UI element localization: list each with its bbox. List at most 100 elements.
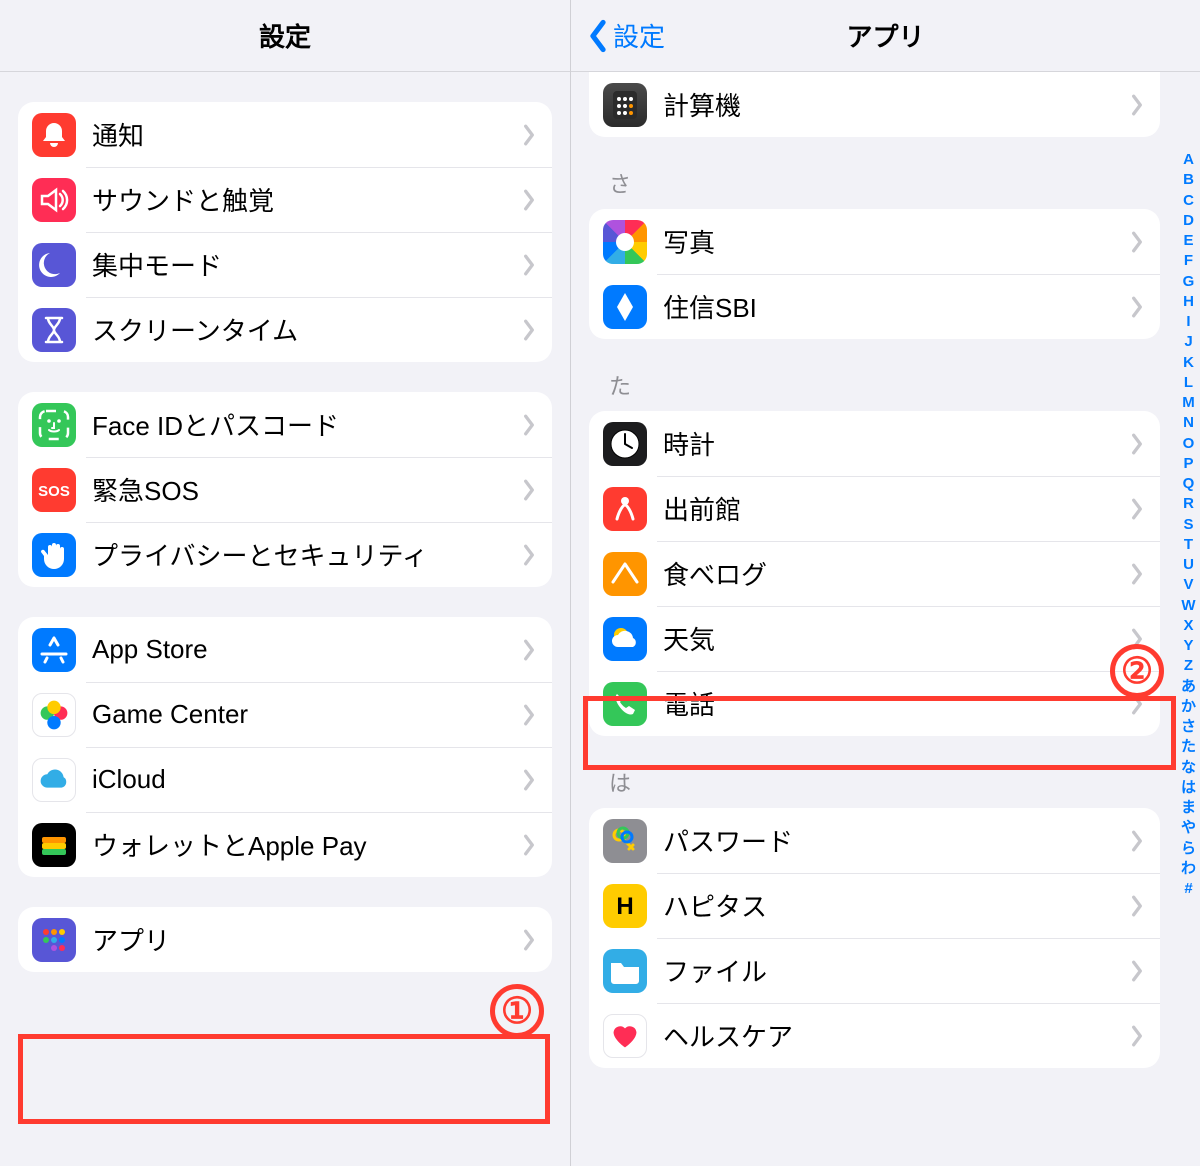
index-letter[interactable]: E	[1183, 231, 1193, 251]
row-sos[interactable]: 緊急SOS	[18, 457, 552, 522]
index-letter[interactable]: V	[1183, 575, 1193, 595]
index-letter[interactable]: ま	[1181, 798, 1196, 818]
index-letter[interactable]: や	[1181, 818, 1196, 838]
row-label: 写真	[663, 223, 1130, 260]
chevron-left-icon	[587, 19, 609, 53]
index-letter[interactable]: H	[1183, 292, 1194, 312]
row-weather[interactable]: 天気	[589, 606, 1160, 671]
row-phone[interactable]: 電話	[589, 671, 1160, 736]
row-sbi[interactable]: 住信SBI	[589, 274, 1160, 339]
row-focus[interactable]: 集中モード	[18, 232, 552, 297]
apps-group: 時計出前館食べログ天気電話	[589, 411, 1160, 736]
row-privacy[interactable]: プライバシーとセキュリティ	[18, 522, 552, 587]
row-photos[interactable]: 写真	[589, 209, 1160, 274]
row-apps[interactable]: アプリ	[18, 907, 552, 972]
index-letter[interactable]: W	[1181, 596, 1195, 616]
row-label: iCloud	[92, 764, 522, 795]
row-gamecenter[interactable]: Game Center	[18, 682, 552, 747]
index-letter[interactable]: K	[1183, 353, 1194, 373]
index-letter[interactable]: B	[1183, 170, 1194, 190]
chevron-right-icon	[522, 319, 536, 341]
row-label: 住信SBI	[663, 288, 1130, 325]
index-letter[interactable]: さ	[1181, 717, 1196, 737]
row-label: パスワード	[663, 822, 1130, 859]
row-notifications[interactable]: 通知	[18, 102, 552, 167]
back-label: 設定	[613, 17, 665, 54]
row-label: ファイル	[663, 952, 1130, 989]
index-letter[interactable]: A	[1183, 150, 1194, 170]
apps-icon	[32, 918, 76, 962]
index-letter[interactable]: I	[1186, 312, 1190, 332]
hourglass-icon	[32, 308, 76, 352]
row-icloud[interactable]: iCloud	[18, 747, 552, 812]
settings-pane: 設定 通知サウンドと触覚集中モードスクリーンタイム Face IDとパスコード緊急…	[0, 0, 570, 1166]
index-letter[interactable]: U	[1183, 555, 1194, 575]
row-clock[interactable]: 時計	[589, 411, 1160, 476]
index-letter[interactable]: C	[1183, 191, 1194, 211]
chevron-right-icon	[522, 124, 536, 146]
row-faceid[interactable]: Face IDとパスコード	[18, 392, 552, 457]
settings-group: Face IDとパスコード緊急SOS プライバシーとセキュリティ	[18, 392, 552, 587]
index-letter[interactable]: N	[1183, 413, 1194, 433]
index-letter[interactable]: Y	[1183, 636, 1193, 656]
row-health[interactable]: ヘルスケア	[589, 1003, 1160, 1068]
index-letter[interactable]: D	[1183, 211, 1194, 231]
index-letter[interactable]: た	[1181, 737, 1196, 757]
row-label: 緊急SOS	[92, 471, 522, 508]
chevron-right-icon	[522, 929, 536, 951]
section-index[interactable]: ABCDEFGHIJKLMNOPQRSTUVWXYZあかさたなはまやらわ#	[1181, 150, 1196, 899]
heart-icon	[603, 1014, 647, 1058]
chevron-right-icon	[1130, 1025, 1144, 1047]
index-letter[interactable]: な	[1181, 758, 1196, 778]
index-letter[interactable]: ら	[1181, 839, 1196, 859]
index-letter[interactable]: X	[1183, 616, 1193, 636]
index-letter[interactable]: わ	[1181, 859, 1196, 879]
index-letter[interactable]: M	[1182, 393, 1195, 413]
chevron-right-icon	[522, 414, 536, 436]
page-title: アプリ	[846, 17, 924, 54]
index-letter[interactable]: G	[1183, 272, 1195, 292]
index-letter[interactable]: Z	[1184, 656, 1193, 676]
index-letter[interactable]: R	[1183, 494, 1194, 514]
index-letter[interactable]: T	[1184, 535, 1193, 555]
index-letter[interactable]: は	[1181, 778, 1196, 798]
chevron-right-icon	[522, 834, 536, 856]
back-button[interactable]: 設定	[587, 0, 665, 71]
row-label: 天気	[663, 620, 1130, 657]
chevron-right-icon	[522, 769, 536, 791]
index-letter[interactable]: F	[1184, 251, 1193, 271]
index-letter[interactable]: あ	[1181, 677, 1196, 697]
demae-icon	[603, 487, 647, 531]
settings-list[interactable]: 通知サウンドと触覚集中モードスクリーンタイム Face IDとパスコード緊急SOS…	[0, 72, 570, 1166]
row-screentime[interactable]: スクリーンタイム	[18, 297, 552, 362]
index-letter[interactable]: か	[1181, 697, 1196, 717]
section-header: た	[609, 369, 1178, 401]
index-letter[interactable]: Q	[1183, 474, 1195, 494]
row-label: アプリ	[92, 921, 522, 958]
row-sound[interactable]: サウンドと触覚	[18, 167, 552, 232]
row-wallet[interactable]: ウォレットとApple Pay	[18, 812, 552, 877]
row-label: ヘルスケア	[663, 1017, 1130, 1054]
index-letter[interactable]: J	[1184, 332, 1192, 352]
row-tabelog[interactable]: 食べログ	[589, 541, 1160, 606]
index-letter[interactable]: L	[1184, 373, 1193, 393]
row-label: サウンドと触覚	[92, 181, 522, 218]
index-letter[interactable]: O	[1183, 434, 1195, 454]
keys-icon	[603, 819, 647, 863]
index-letter[interactable]: #	[1184, 879, 1192, 899]
chevron-right-icon	[1130, 296, 1144, 318]
apps-list[interactable]: 計算機さ写真住信SBIた時計出前館食べログ天気電話はパスワードハピタスファイルヘ…	[571, 72, 1200, 1166]
index-letter[interactable]: S	[1183, 515, 1193, 535]
row-calculator[interactable]: 計算機	[589, 72, 1160, 137]
chevron-right-icon	[522, 254, 536, 276]
row-label: 時計	[663, 425, 1130, 462]
row-demaecan[interactable]: 出前館	[589, 476, 1160, 541]
row-hapitas[interactable]: ハピタス	[589, 873, 1160, 938]
moon-icon	[32, 243, 76, 287]
row-files[interactable]: ファイル	[589, 938, 1160, 1003]
chevron-right-icon	[1130, 433, 1144, 455]
row-appstore[interactable]: App Store	[18, 617, 552, 682]
index-letter[interactable]: P	[1183, 454, 1193, 474]
row-passwords[interactable]: パスワード	[589, 808, 1160, 873]
page-title: 設定	[259, 17, 311, 54]
